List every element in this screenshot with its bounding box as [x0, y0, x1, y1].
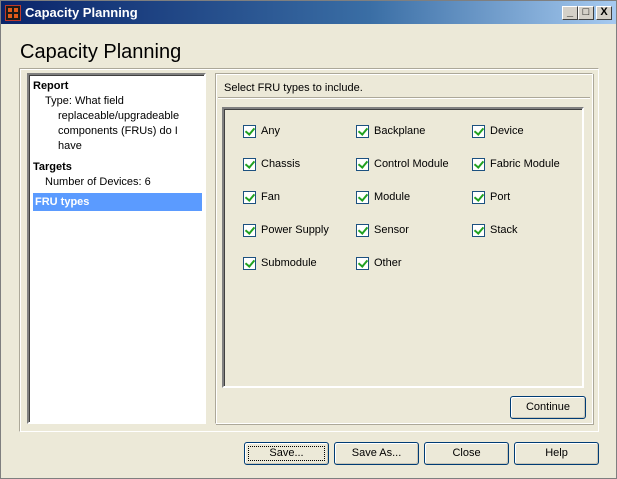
fru-type-list — [222, 107, 584, 388]
checkbox-checked-icon[interactable] — [243, 157, 256, 171]
page-title: Capacity Planning — [20, 41, 182, 63]
close-window-button[interactable]: X — [596, 6, 612, 20]
capacity-planning-window: Capacity Planning _ □ X Capacity Plannin… — [0, 0, 617, 479]
fru-any-checkbox[interactable]: Any — [243, 123, 280, 139]
checkbox-checked-icon[interactable] — [356, 124, 369, 138]
checkbox-checked-icon[interactable] — [243, 190, 256, 204]
save-as-button[interactable]: Save As... — [334, 442, 419, 465]
fru-module-checkbox[interactable]: Module — [356, 189, 410, 205]
title-bar[interactable]: Capacity Planning _ □ X — [1, 1, 616, 24]
nav-report-title[interactable]: Report — [33, 79, 202, 94]
nav-report-line-3: components (FRUs) do I — [58, 125, 178, 137]
fru-fan-checkbox[interactable]: Fan — [243, 189, 280, 205]
nav-targets-title[interactable]: Targets — [33, 160, 202, 175]
save-button[interactable]: Save... — [244, 442, 329, 465]
app-icon — [5, 5, 21, 21]
nav-report-line-2: replaceable/upgradeable — [58, 110, 180, 122]
minimize-button[interactable]: _ — [562, 6, 578, 20]
checkbox-checked-icon[interactable] — [472, 124, 485, 138]
checkbox-checked-icon[interactable] — [243, 256, 256, 270]
fru-device-checkbox[interactable]: Device — [472, 123, 524, 139]
checkbox-checked-icon[interactable] — [472, 157, 485, 171]
fru-port-checkbox[interactable]: Port — [472, 189, 510, 205]
nav-report-line-4: have — [58, 140, 82, 152]
nav-item-fru-types[interactable]: FRU types — [33, 193, 202, 211]
nav-panel: Report Type: What field replaceable/upgr… — [27, 73, 206, 424]
continue-button[interactable]: Continue — [510, 396, 586, 419]
fru-other-checkbox[interactable]: Other — [356, 255, 402, 271]
nav-report-type: Type: What field replaceable/upgradeable… — [33, 94, 202, 154]
fru-chassis-checkbox[interactable]: Chassis — [243, 156, 300, 172]
fru-power-supply-checkbox[interactable]: Power Supply — [243, 222, 329, 238]
window-title: Capacity Planning — [25, 5, 138, 20]
close-button[interactable]: Close — [424, 442, 509, 465]
checkbox-checked-icon[interactable] — [356, 157, 369, 171]
fru-sensor-checkbox[interactable]: Sensor — [356, 222, 409, 238]
checkbox-checked-icon[interactable] — [356, 223, 369, 237]
fru-fabric-module-checkbox[interactable]: Fabric Module — [472, 156, 560, 172]
checkbox-checked-icon[interactable] — [356, 256, 369, 270]
maximize-button[interactable]: □ — [578, 6, 594, 20]
fru-submodule-checkbox[interactable]: Submodule — [243, 255, 317, 271]
fru-backplane-checkbox[interactable]: Backplane — [356, 123, 425, 139]
fru-stack-checkbox[interactable]: Stack — [472, 222, 518, 238]
nav-targets-detail: Number of Devices: 6 — [45, 176, 151, 188]
checkbox-checked-icon[interactable] — [356, 190, 369, 204]
fru-prompt: Select FRU types to include. — [224, 82, 363, 94]
checkbox-checked-icon[interactable] — [243, 124, 256, 138]
help-button[interactable]: Help — [514, 442, 599, 465]
checkbox-checked-icon[interactable] — [472, 223, 485, 237]
checkbox-checked-icon[interactable] — [472, 190, 485, 204]
nav-report-line-1: Type: What field — [45, 95, 124, 107]
fru-control-module-checkbox[interactable]: Control Module — [356, 156, 449, 172]
checkbox-checked-icon[interactable] — [243, 223, 256, 237]
